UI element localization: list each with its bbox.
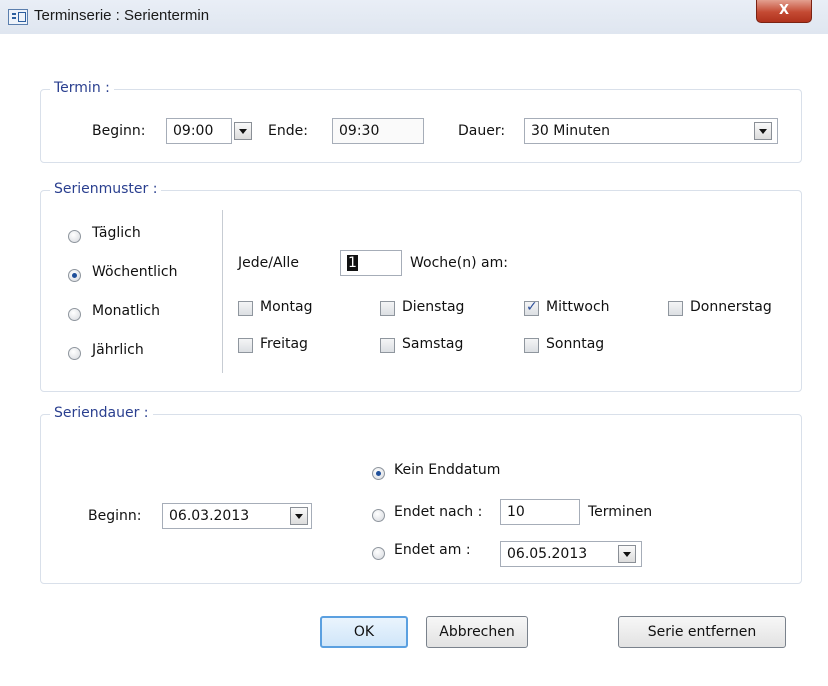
serienmuster-divider [222,210,223,373]
endet-nach-input[interactable]: 10 [500,499,580,525]
termin-beginn-select[interactable]: 09:00 [166,118,232,144]
label-sonntag: Sonntag [546,336,605,352]
label-endet-am: Endet am : [394,542,471,558]
woche-label: Woche(n) am: [410,255,508,271]
seriendauer-beginn-dropdown-icon[interactable] [290,507,308,525]
termin-legend: Termin : [50,80,114,96]
interval-value: 1 [347,255,358,271]
dialog-body: Termin : Beginn: 09:00 Ende: 09:30 Dauer… [6,34,826,682]
remove-series-button[interactable]: Serie entfernen [618,616,786,648]
termin-ende-field[interactable]: 09:30 [332,118,424,144]
label-donnerstag: Donnerstag [690,299,772,315]
check-montag[interactable] [238,301,253,316]
app-window-icon [8,9,28,25]
termin-dauer-select[interactable]: 30 Minuten [524,118,778,144]
label-dienstag: Dienstag [402,299,465,315]
label-samstag: Samstag [402,336,464,352]
termin-beginn-label: Beginn: [92,123,146,139]
seriendauer-group [40,414,802,584]
label-montag: Montag [260,299,313,315]
radio-jaehrlich[interactable] [68,347,81,360]
label-kein-enddatum: Kein Enddatum [394,462,501,478]
radio-endet-nach[interactable] [372,509,385,522]
window-title: Terminserie : Serientermin [34,7,210,24]
check-donnerstag[interactable] [668,301,683,316]
radio-monatlich[interactable] [68,308,81,321]
check-samstag[interactable] [380,338,395,353]
ok-button[interactable]: OK [320,616,408,648]
radio-woechentlich[interactable] [68,269,81,282]
label-terminen: Terminen [588,504,653,520]
serienmuster-group [40,190,802,392]
dauer-dropdown-icon[interactable] [754,122,772,140]
beginn-dropdown-icon[interactable] [234,122,252,140]
label-endet-nach: Endet nach : [394,504,483,520]
label-freitag: Freitag [260,336,308,352]
close-button[interactable]: X [756,0,812,23]
label-woechentlich: Wöchentlich [92,264,178,280]
label-monatlich: Monatlich [92,303,160,319]
check-mittwoch[interactable] [524,299,539,316]
radio-kein-enddatum[interactable] [372,467,385,480]
endet-am-dropdown-icon[interactable] [618,545,636,563]
seriendauer-legend: Seriendauer : [50,405,153,421]
radio-endet-am[interactable] [372,547,385,560]
termin-ende-label: Ende: [268,123,308,139]
label-mittwoch: Mittwoch [546,299,610,315]
termin-dauer-label: Dauer: [458,123,506,139]
cancel-button[interactable]: Abbrechen [426,616,528,648]
seriendauer-beginn-label: Beginn: [88,508,142,524]
interval-input[interactable]: 1 [340,250,402,276]
check-dienstag[interactable] [380,301,395,316]
label-jaehrlich: Jährlich [92,342,144,358]
serienmuster-legend: Serienmuster : [50,181,162,197]
check-sonntag[interactable] [524,338,539,353]
label-taeglich: Täglich [92,225,141,241]
check-freitag[interactable] [238,338,253,353]
radio-taeglich[interactable] [68,230,81,243]
jede-label: Jede/Alle [238,255,299,271]
